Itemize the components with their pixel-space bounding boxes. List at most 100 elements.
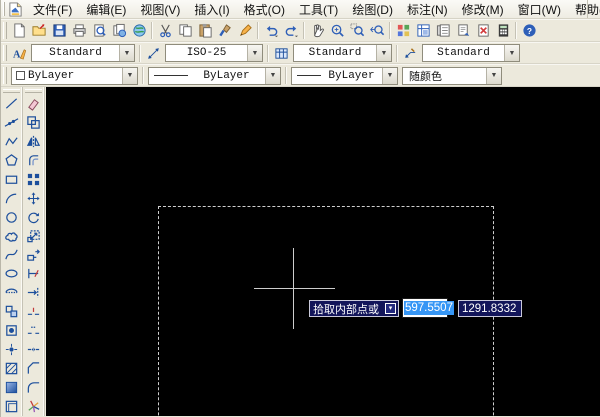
dynamic-input-x-field[interactable]: 597.5507 — [402, 298, 454, 318]
zoom-realtime-button[interactable] — [327, 21, 347, 40]
open-button[interactable] — [29, 21, 49, 40]
hatch-button[interactable] — [2, 359, 22, 378]
zoom-previous-button[interactable] — [367, 21, 387, 40]
rectangle-button[interactable] — [2, 170, 22, 189]
plot-style-combo[interactable]: 随颜色 ▼ — [402, 66, 502, 85]
chevron-down-icon[interactable]: ▼ — [376, 45, 391, 61]
toolbar-gripper[interactable] — [3, 67, 7, 84]
match-properties-button[interactable] — [215, 21, 235, 40]
chevron-down-icon[interactable]: ▼ — [504, 45, 519, 61]
point-button[interactable] — [2, 340, 22, 359]
toolbar-gripper[interactable] — [3, 89, 20, 93]
menubar-gripper[interactable] — [3, 1, 5, 17]
table-style-button[interactable] — [271, 44, 291, 63]
circle-button[interactable] — [2, 208, 22, 227]
scale-button[interactable] — [24, 227, 44, 246]
dim-style-button[interactable] — [143, 44, 163, 63]
copy-object-button[interactable] — [24, 113, 44, 132]
block-editor-button[interactable] — [235, 21, 255, 40]
trim-button[interactable] — [24, 264, 44, 283]
paste-button[interactable] — [195, 21, 215, 40]
stretch-button[interactable] — [24, 246, 44, 265]
arc-button[interactable] — [2, 189, 22, 208]
table-style-combo[interactable]: Standard ▼ — [293, 44, 392, 62]
menu-item-6[interactable]: 绘图(D) — [345, 0, 400, 19]
construction-line-button[interactable] — [2, 113, 22, 132]
chevron-down-icon[interactable]: ▼ — [119, 45, 134, 61]
offset-button[interactable] — [24, 151, 44, 170]
line-button[interactable] — [2, 94, 22, 113]
plot-button[interactable] — [69, 21, 89, 40]
zoom-window-button[interactable] — [347, 21, 367, 40]
undo-button[interactable] — [261, 21, 281, 40]
linetype-combo[interactable]: ByLayer ▼ — [148, 66, 281, 85]
region-button[interactable] — [2, 397, 22, 416]
lineweight-combo[interactable]: ByLayer ▼ — [291, 66, 398, 85]
erase-button[interactable] — [24, 94, 44, 113]
sheetset-manager-button[interactable] — [453, 21, 473, 40]
join-button[interactable] — [24, 340, 44, 359]
explode-button[interactable] — [24, 397, 44, 416]
drawing-canvas[interactable]: 拾取内部点或 ▾ 597.5507 1291.8332 — [46, 87, 600, 416]
menu-item-7[interactable]: 标注(N) — [400, 0, 455, 19]
markup-manager-button[interactable] — [473, 21, 493, 40]
menu-item-10[interactable]: 帮助(H) — [568, 0, 600, 19]
menu-item-3[interactable]: 插入(I) — [187, 0, 236, 19]
properties-button[interactable] — [393, 21, 413, 40]
color-control-combo[interactable]: ByLayer ▼ — [11, 66, 138, 85]
move-button[interactable] — [24, 189, 44, 208]
menu-item-8[interactable]: 修改(M) — [455, 0, 511, 19]
plot-preview-button[interactable] — [89, 21, 109, 40]
mleader-style-button[interactable] — [400, 44, 420, 63]
gradient-button[interactable] — [2, 378, 22, 397]
help-button[interactable]: ? — [519, 21, 539, 40]
extend-button[interactable] — [24, 283, 44, 302]
save-button[interactable] — [49, 21, 69, 40]
dim-style-combo[interactable]: ISO-25 ▼ — [165, 44, 263, 62]
chevron-down-icon[interactable]: ▼ — [247, 45, 262, 61]
menu-item-1[interactable]: 编辑(E) — [79, 0, 133, 19]
chevron-down-icon[interactable]: ▼ — [122, 67, 137, 84]
publish-button[interactable] — [109, 21, 129, 40]
menu-item-5[interactable]: 工具(T) — [292, 0, 345, 19]
mleader-style-combo[interactable]: Standard ▼ — [422, 44, 520, 62]
designcenter-button[interactable] — [413, 21, 433, 40]
menu-item-2[interactable]: 视图(V) — [133, 0, 187, 19]
break-button[interactable] — [24, 321, 44, 340]
menu-item-4[interactable]: 格式(O) — [237, 0, 292, 19]
fillet-button[interactable] — [24, 378, 44, 397]
menu-item-9[interactable]: 窗口(W) — [511, 0, 568, 19]
insert-block-button[interactable] — [2, 302, 22, 321]
text-style-button[interactable]: A — [9, 44, 29, 63]
spline-button[interactable] — [2, 246, 22, 265]
quickcalc-button[interactable] — [493, 21, 513, 40]
toolbar-gripper[interactable] — [3, 22, 7, 39]
chamfer-button[interactable] — [24, 359, 44, 378]
chevron-down-icon[interactable]: ▼ — [486, 67, 501, 84]
array-button[interactable] — [24, 170, 44, 189]
new-button[interactable] — [9, 21, 29, 40]
dwf-button[interactable] — [129, 21, 149, 40]
ellipse-arc-button[interactable] — [2, 283, 22, 302]
copy-button[interactable] — [175, 21, 195, 40]
pan-button[interactable] — [307, 21, 327, 40]
cut-button[interactable] — [155, 21, 175, 40]
text-style-combo[interactable]: Standard ▼ — [31, 44, 135, 62]
rotate-button[interactable] — [24, 208, 44, 227]
make-block-button[interactable] — [2, 321, 22, 340]
redo-button[interactable] — [281, 21, 301, 40]
revision-cloud-button[interactable] — [2, 227, 22, 246]
dynamic-input-options-icon[interactable]: ▾ — [385, 303, 396, 314]
chevron-down-icon[interactable]: ▼ — [382, 67, 397, 84]
mirror-button[interactable] — [24, 132, 44, 151]
chevron-down-icon[interactable]: ▼ — [265, 67, 280, 84]
polygon-button[interactable] — [2, 151, 22, 170]
break-at-point-button[interactable] — [24, 302, 44, 321]
polyline-button[interactable] — [2, 132, 22, 151]
toolbar-gripper[interactable] — [3, 45, 7, 61]
tool-palettes-button[interactable] — [433, 21, 453, 40]
menu-item-0[interactable]: 文件(F) — [26, 0, 79, 19]
toolbar-gripper[interactable] — [25, 89, 42, 93]
ellipse-button[interactable] — [2, 264, 22, 283]
dynamic-input-y-field[interactable]: 1291.8332 — [458, 300, 522, 317]
